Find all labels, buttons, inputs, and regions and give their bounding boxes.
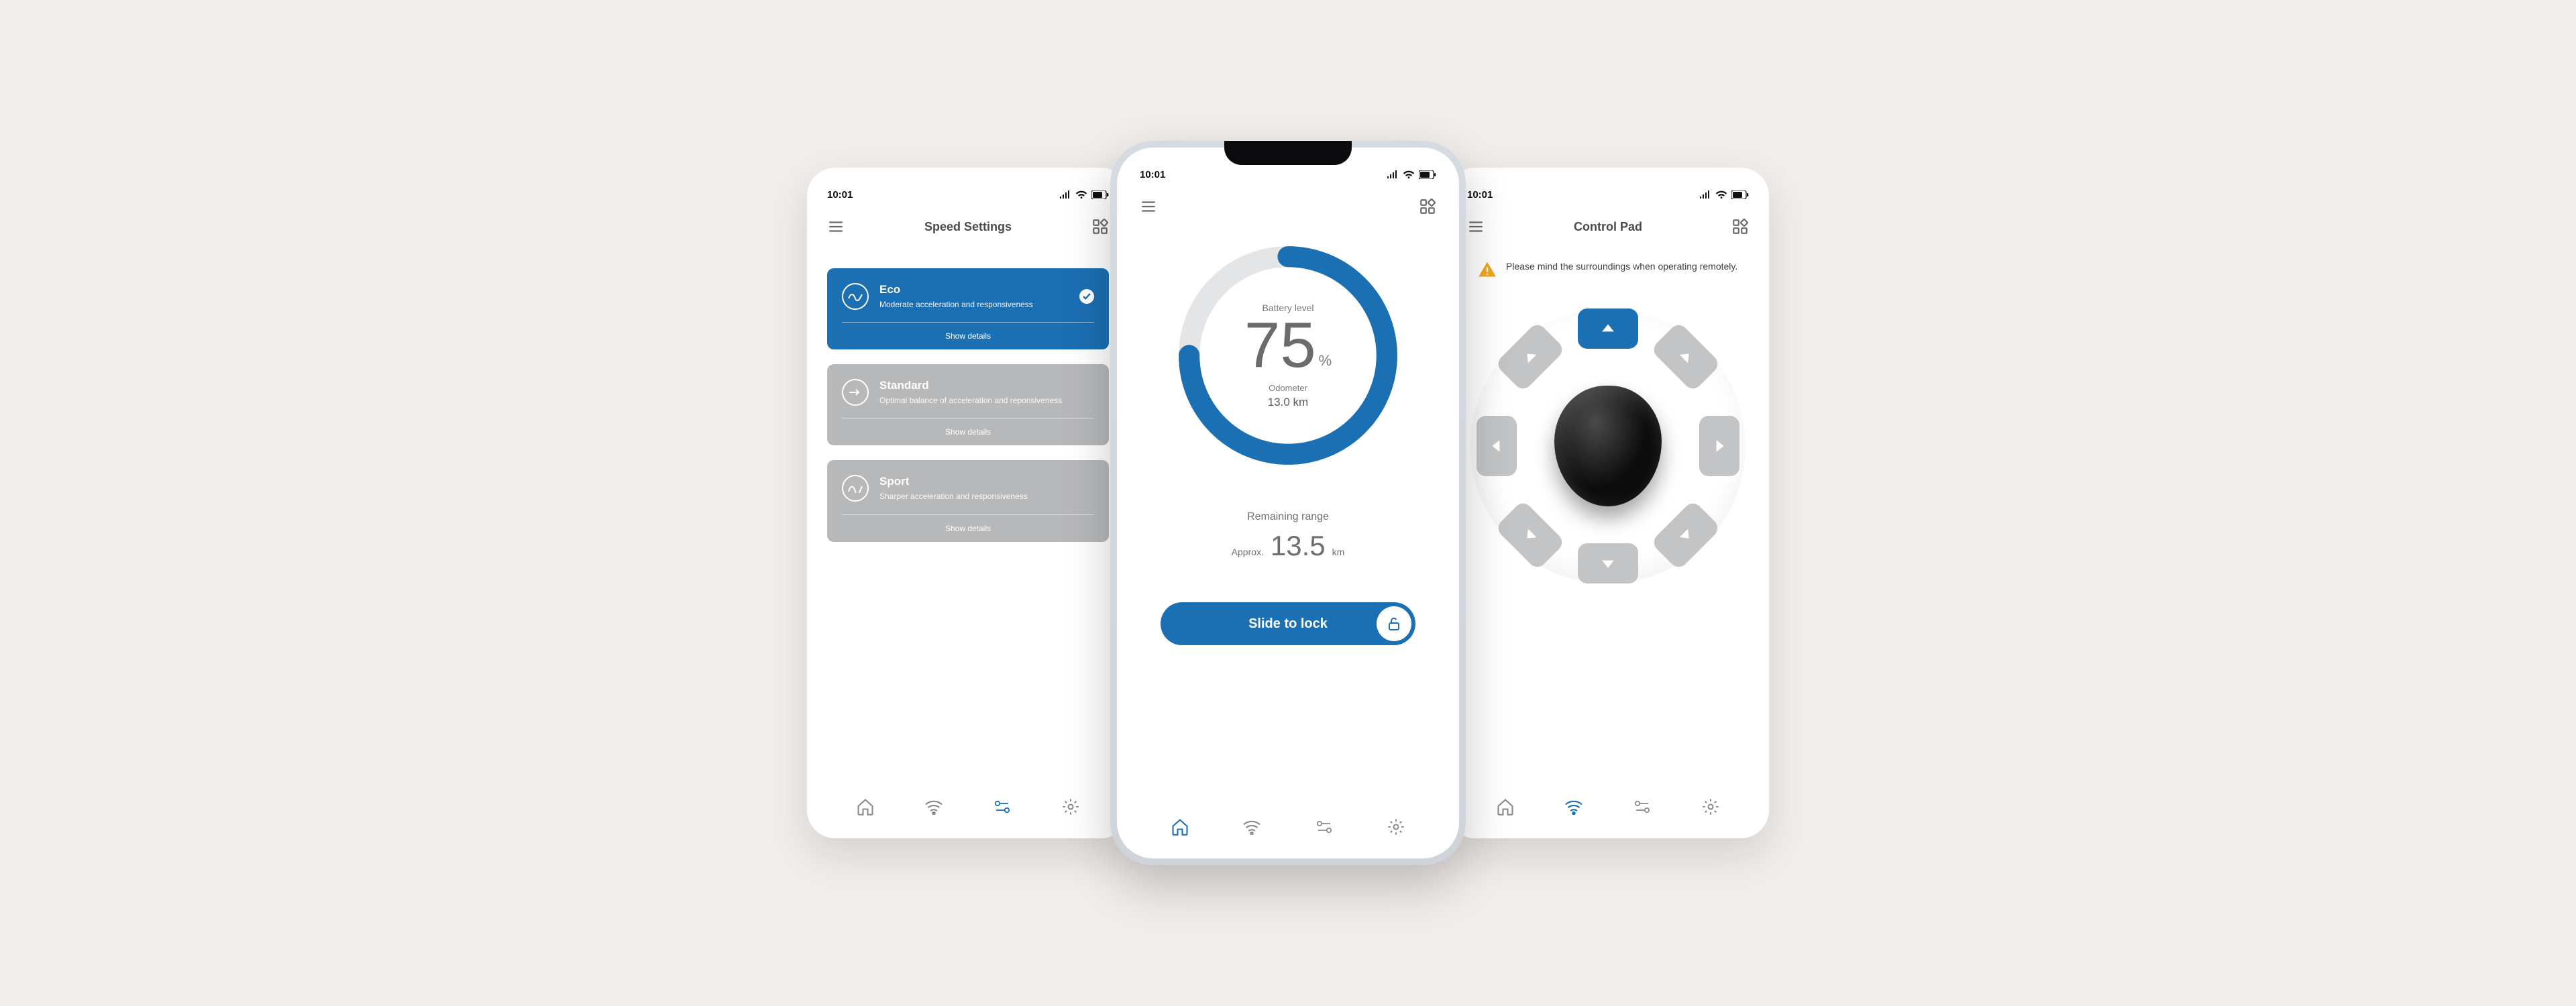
battery-icon — [1419, 170, 1436, 179]
range-value: 13.5 — [1271, 530, 1326, 562]
top-nav: Speed Settings — [827, 217, 1109, 236]
dpad-down-left[interactable] — [1495, 500, 1566, 571]
slide-label: Slide to lock — [1248, 616, 1328, 632]
battery-icon — [1731, 190, 1749, 199]
tab-bar — [1140, 803, 1436, 844]
menu-icon[interactable] — [1140, 198, 1157, 215]
mode-desc: Sharper acceleration and responsiveness — [879, 491, 1094, 502]
remaining-range: Remaining range Approx. 13.5 km — [1140, 511, 1436, 562]
tab-home[interactable] — [1166, 813, 1194, 841]
speed-mode-standard[interactable]: Standard Optimal balance of acceleration… — [827, 364, 1109, 445]
page-title: Speed Settings — [845, 220, 1091, 234]
standard-icon — [842, 379, 869, 406]
unlock-icon — [1386, 616, 1402, 632]
odometer-value: 13.0 km — [1268, 396, 1308, 409]
dpad-down[interactable] — [1578, 543, 1638, 583]
speed-mode-sport[interactable]: Sport Sharper acceleration and responsiv… — [827, 460, 1109, 541]
menu-icon[interactable] — [1467, 218, 1485, 235]
dpad-up-right[interactable] — [1650, 321, 1721, 392]
show-details-button[interactable]: Show details — [842, 418, 1094, 445]
signal-icon — [1059, 190, 1071, 199]
tab-wifi[interactable] — [1238, 813, 1266, 841]
mode-name: Eco — [879, 283, 1069, 296]
tab-bar — [1467, 783, 1749, 824]
mode-desc: Optimal balance of acceleration and repo… — [879, 395, 1094, 406]
page-title: Control Pad — [1485, 220, 1731, 234]
warning-banner: Please mind the surroundings when operat… — [1467, 260, 1749, 279]
status-time: 10:01 — [1140, 169, 1165, 180]
battery-icon — [1091, 190, 1109, 199]
warning-icon — [1478, 260, 1497, 279]
tab-bar — [827, 783, 1109, 824]
range-label: Remaining range — [1140, 511, 1436, 523]
check-icon — [1079, 289, 1094, 304]
show-details-button[interactable]: Show details — [842, 323, 1094, 349]
status-icons — [1059, 190, 1109, 199]
tab-settings[interactable] — [1697, 793, 1725, 821]
tab-speed[interactable] — [988, 793, 1016, 821]
odometer-label: Odometer — [1269, 383, 1307, 393]
device-render — [1554, 386, 1662, 506]
apps-icon[interactable] — [1731, 218, 1749, 235]
tab-settings[interactable] — [1057, 793, 1085, 821]
speed-mode-eco[interactable]: Eco Moderate acceleration and responsive… — [827, 268, 1109, 349]
tab-home[interactable] — [851, 793, 879, 821]
status-bar: 10:01 — [827, 186, 1109, 203]
signal-icon — [1699, 190, 1711, 199]
home-screen: 10:01 — [1117, 148, 1459, 858]
battery-gauge: Battery level 75 % Odometer 13.0 km — [1140, 241, 1436, 469]
apps-icon[interactable] — [1091, 218, 1109, 235]
status-time: 10:01 — [1467, 189, 1493, 201]
warning-text: Please mind the surroundings when operat… — [1506, 260, 1737, 274]
top-nav — [1140, 197, 1436, 216]
tab-speed[interactable] — [1628, 793, 1656, 821]
wifi-icon — [1715, 190, 1727, 199]
mode-name: Standard — [879, 379, 1094, 392]
status-bar: 10:01 — [1467, 186, 1749, 203]
directional-pad — [1470, 309, 1746, 583]
mode-desc: Moderate acceleration and responsiveness — [879, 299, 1069, 310]
wifi-icon — [1075, 190, 1087, 199]
dpad-left[interactable] — [1477, 416, 1517, 476]
range-prefix: Approx. — [1232, 547, 1264, 557]
wifi-icon — [1403, 170, 1415, 179]
slide-to-lock[interactable]: Slide to lock — [1161, 602, 1415, 645]
tab-wifi[interactable] — [1560, 793, 1588, 821]
control-pad-screen: 10:01 Control Pad — [1447, 168, 1769, 838]
signal-icon — [1387, 170, 1399, 178]
dpad-right[interactable] — [1699, 416, 1739, 476]
eco-icon — [842, 283, 869, 310]
battery-value: 75 — [1244, 313, 1316, 378]
apps-icon[interactable] — [1419, 198, 1436, 215]
dpad-up-left[interactable] — [1495, 321, 1566, 392]
dpad-down-right[interactable] — [1650, 500, 1721, 571]
tab-home[interactable] — [1491, 793, 1519, 821]
status-bar: 10:01 — [1140, 166, 1436, 182]
tab-settings[interactable] — [1382, 813, 1410, 841]
tab-speed[interactable] — [1310, 813, 1338, 841]
range-unit: km — [1332, 547, 1345, 557]
dpad-up[interactable] — [1578, 309, 1638, 349]
speed-settings-screen: 10:01 Speed Settings — [807, 168, 1129, 838]
sport-icon — [842, 475, 869, 502]
mode-name: Sport — [879, 475, 1094, 488]
battery-unit: % — [1319, 353, 1332, 368]
status-icons — [1387, 170, 1436, 179]
top-nav: Control Pad — [1467, 217, 1749, 236]
status-time: 10:01 — [827, 189, 853, 201]
speed-modes-list: Eco Moderate acceleration and responsive… — [827, 268, 1109, 542]
menu-icon[interactable] — [827, 218, 845, 235]
lock-thumb[interactable] — [1377, 606, 1411, 641]
tab-wifi[interactable] — [920, 793, 948, 821]
device-notch — [1224, 141, 1352, 165]
status-icons — [1699, 190, 1749, 199]
home-screen-device: 10:01 — [1110, 141, 1466, 865]
show-details-button[interactable]: Show details — [842, 515, 1094, 542]
